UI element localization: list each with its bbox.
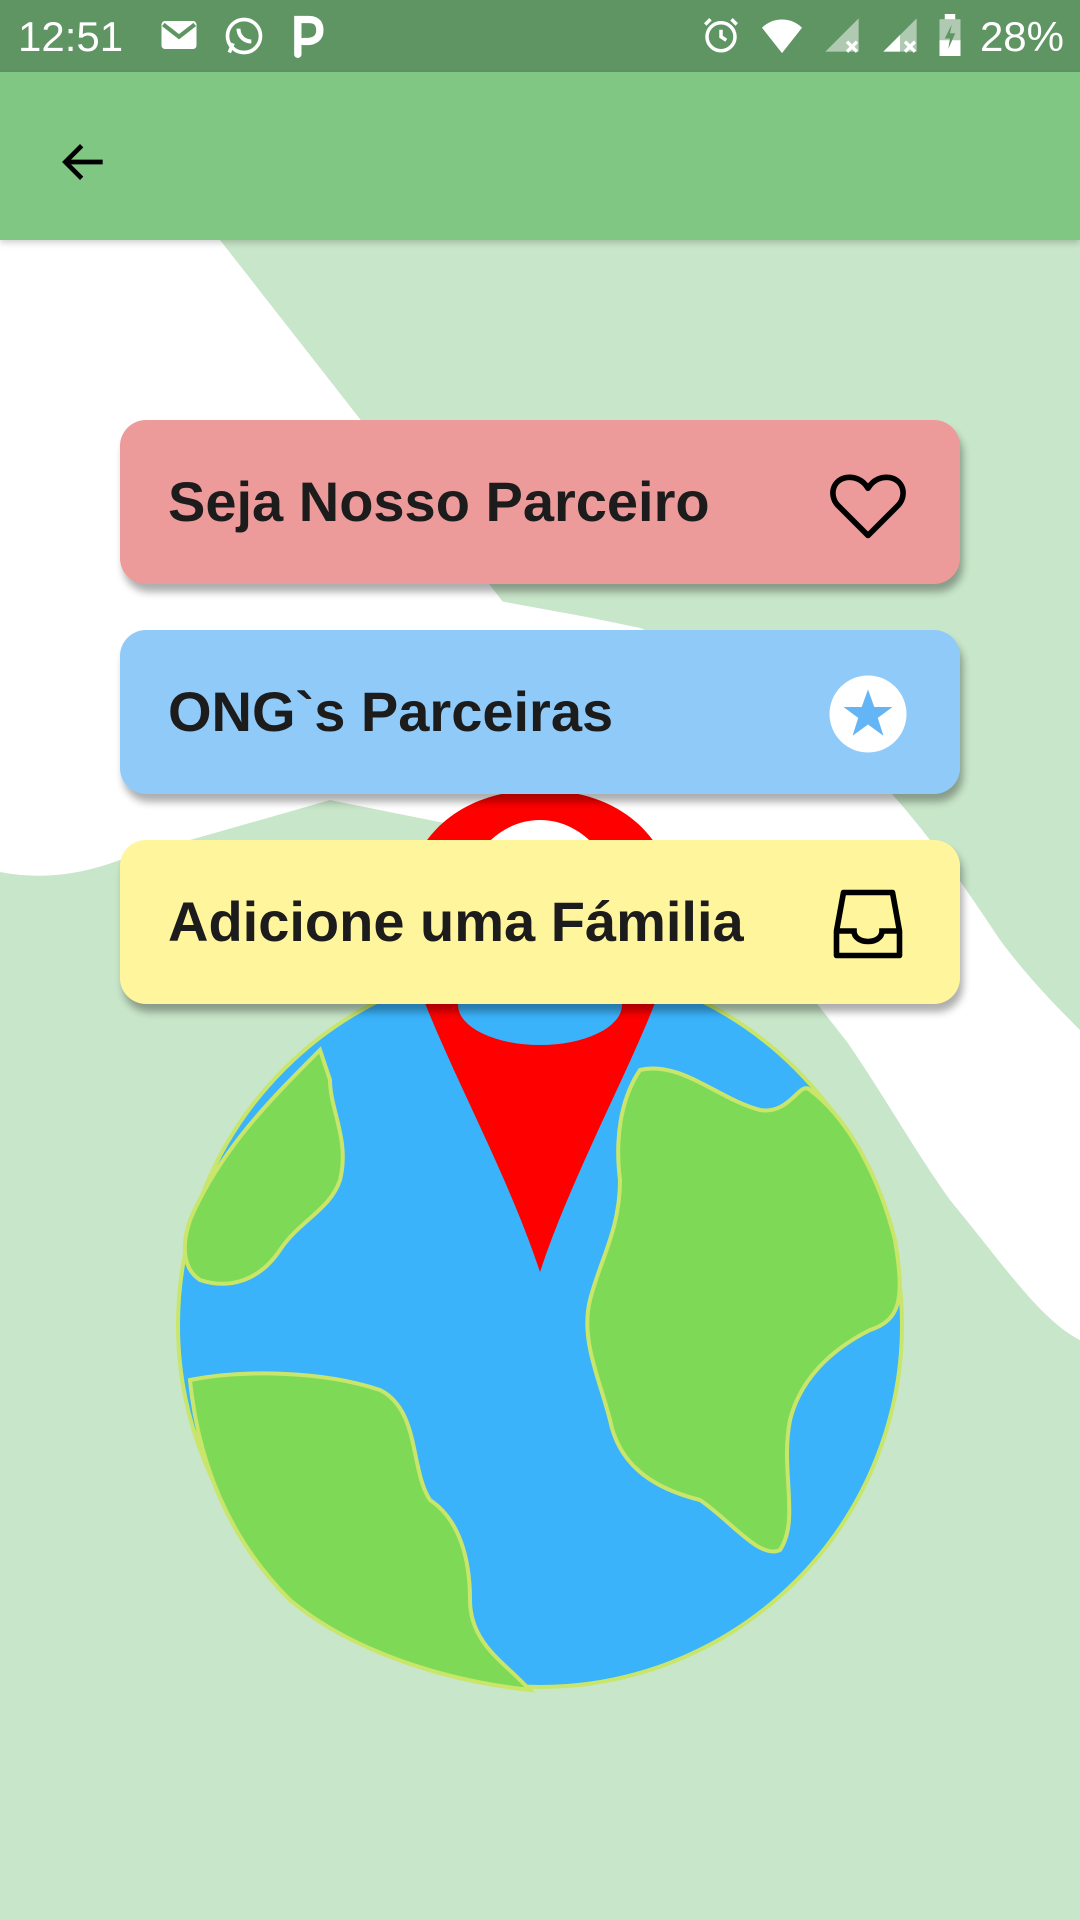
add-family-button[interactable]: Adicione uma Fámilia bbox=[120, 840, 960, 1004]
alarm-icon bbox=[700, 14, 742, 61]
p-app-icon bbox=[288, 14, 326, 63]
arrow-left-icon bbox=[56, 134, 112, 195]
back-button[interactable] bbox=[42, 122, 126, 206]
status-time: 12:51 bbox=[18, 13, 124, 60]
status-left-icons bbox=[158, 14, 326, 63]
wifi-icon bbox=[760, 15, 804, 60]
star-circle-icon bbox=[826, 672, 910, 756]
status-bar: 12:51 28% bbox=[0, 0, 1080, 72]
become-partner-button[interactable]: Seja Nosso Parceiro bbox=[120, 420, 960, 584]
signal-icon bbox=[822, 15, 862, 60]
gmail-icon bbox=[158, 14, 200, 63]
signal-icon bbox=[880, 15, 920, 60]
become-partner-label: Seja Nosso Parceiro bbox=[168, 470, 710, 533]
app-bar bbox=[0, 72, 1080, 240]
battery-charging-icon bbox=[938, 13, 962, 61]
inbox-tray-icon bbox=[826, 882, 910, 966]
heart-outline-icon bbox=[826, 462, 910, 546]
add-family-label: Adicione uma Fámilia bbox=[168, 890, 744, 953]
status-right-icons: 28% bbox=[700, 12, 1064, 62]
partner-ngos-label: ONG`s Parceiras bbox=[168, 680, 614, 743]
battery-percent: 28% bbox=[979, 13, 1064, 60]
partner-ngos-button[interactable]: ONG`s Parceiras bbox=[120, 630, 960, 794]
whatsapp-icon bbox=[222, 14, 266, 63]
